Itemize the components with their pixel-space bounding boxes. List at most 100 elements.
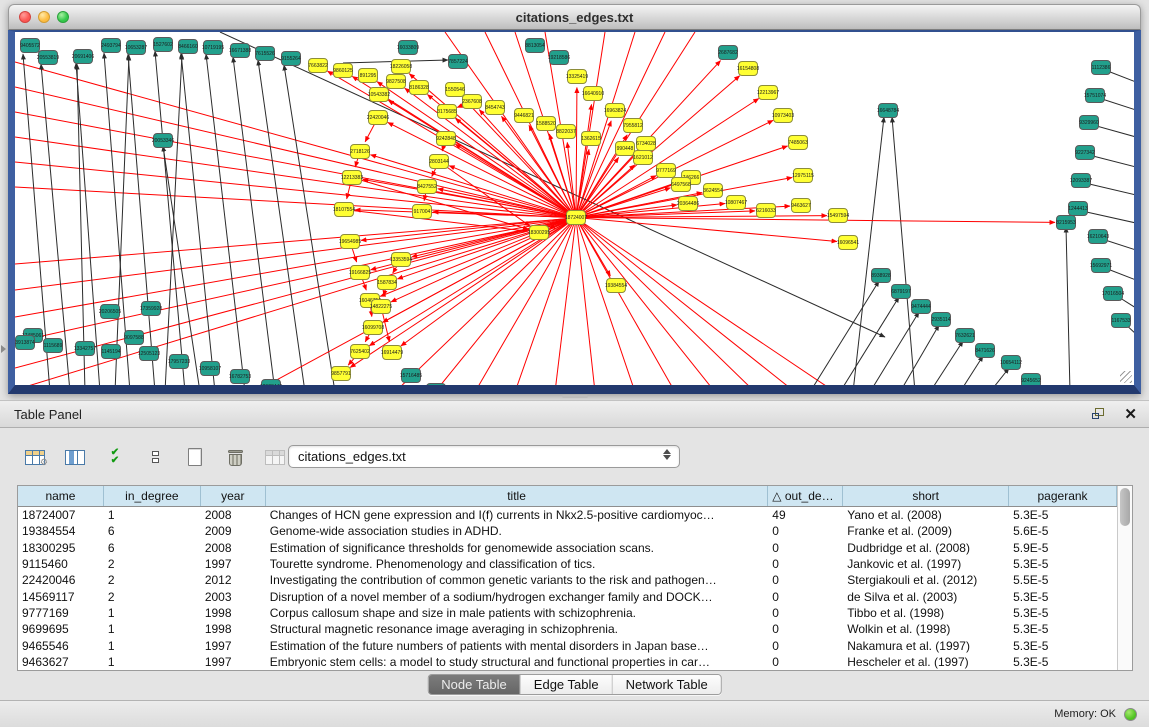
network-node[interactable]: 8813054 [525, 38, 545, 53]
network-node[interactable]: 8454743 [485, 100, 505, 115]
network-node[interactable]: 1115689 [43, 338, 63, 353]
network-node[interactable]: 9242848 [436, 131, 456, 146]
network-node[interactable]: 17359928 [141, 301, 161, 316]
network-node[interactable]: 7625402 [350, 344, 370, 359]
network-node[interactable]: 13325419 [567, 69, 587, 84]
network-node[interactable]: 20053346 [153, 133, 173, 148]
network-node[interactable]: 10958107 [200, 361, 220, 376]
network-node[interactable]: 16099708 [363, 320, 383, 335]
network-node[interactable]: 7663822 [308, 58, 328, 73]
column-header[interactable]: pagerank [1009, 486, 1117, 506]
network-node[interactable]: 9474444 [911, 299, 931, 314]
network-node[interactable]: 12093387 [1071, 173, 1091, 188]
column-header[interactable]: △ out_de… [768, 486, 843, 506]
table-row[interactable]: 1938455462009Genome-wide association stu… [18, 523, 1117, 539]
network-node[interactable]: 9329960 [1079, 115, 1099, 130]
network-node[interactable]: 10719195 [203, 40, 223, 55]
network-node[interactable]: 12975115 [793, 168, 813, 183]
network-node[interactable]: 9227342 [1075, 145, 1095, 160]
table-row[interactable]: 977716911998Corpus callosum shape and si… [18, 605, 1117, 621]
network-node[interactable]: 1244413 [1068, 201, 1088, 216]
network-node[interactable]: 2935114 [931, 312, 951, 327]
panel-splitter-handle[interactable] [562, 395, 588, 398]
network-node[interactable]: 16963824 [605, 103, 625, 118]
network-node[interactable]: 20691406 [73, 49, 93, 64]
network-node[interactable]: 6879197 [891, 284, 911, 299]
network-node[interactable]: 990448 [615, 141, 635, 156]
network-node[interactable]: 7857224 [448, 54, 468, 69]
scrollbar-thumb[interactable] [1120, 488, 1130, 526]
network-canvas[interactable]: 9405572205538192069140624937941065328715… [15, 32, 1134, 385]
float-panel-button[interactable] [1092, 408, 1106, 420]
network-node[interactable]: 2493794 [101, 38, 121, 53]
network-node[interactable]: 16096541 [838, 235, 858, 250]
network-node[interactable]: 16914479 [382, 345, 402, 360]
network-node[interactable]: 9245662 [426, 383, 446, 385]
delete-table-button[interactable] [262, 444, 288, 470]
column-visibility-button[interactable] [62, 444, 88, 470]
tab-node-table[interactable]: Node Table [428, 675, 521, 694]
resize-grip[interactable] [1120, 371, 1132, 383]
network-node[interactable]: 15692971 [1091, 258, 1111, 273]
network-node[interactable]: 15751074 [1085, 88, 1105, 103]
network-node[interactable]: 12505123 [139, 346, 159, 361]
network-node[interactable]: 8938928 [871, 268, 891, 283]
network-node[interactable]: 1112386 [1091, 60, 1111, 75]
network-node[interactable]: 9155264 [281, 51, 301, 66]
network-node[interactable]: 19654985 [340, 234, 360, 249]
network-node[interactable]: 2803144 [429, 154, 449, 169]
network-node[interactable]: 16671388 [230, 43, 250, 58]
table-mode-button[interactable]: ⚙ [22, 444, 48, 470]
network-node[interactable]: 3913874 [15, 335, 35, 350]
network-node[interactable]: 8466160 [178, 39, 198, 54]
network-node[interactable]: 1527602 [153, 37, 173, 52]
table-row[interactable]: 969969511998Structural magnetic resonanc… [18, 621, 1117, 637]
network-node[interactable]: 2367608 [462, 94, 482, 109]
network-node[interactable]: 19218586 [549, 50, 569, 65]
network-node[interactable]: 12213383 [342, 170, 362, 185]
network-node[interactable]: 1167533 [1111, 313, 1131, 328]
network-node[interactable]: 2687682 [718, 45, 738, 60]
network-node[interactable]: 10807467 [726, 195, 746, 210]
network-node[interactable]: 8186328 [409, 80, 429, 95]
network-node[interactable]: 8427552 [417, 179, 437, 194]
network-node[interactable]: 13353594 [391, 252, 411, 267]
table-row[interactable]: 2242004622012Investigating the contribut… [18, 572, 1117, 588]
network-node[interactable]: 6734028 [636, 136, 656, 151]
network-node[interactable]: 9857791 [331, 366, 351, 381]
network-node[interactable]: 1621012 [633, 150, 653, 165]
network-node[interactable]: 9097588 [124, 330, 144, 345]
network-node[interactable]: 19166825 [350, 265, 370, 280]
network-node[interactable]: 19384554 [606, 278, 626, 293]
table-row[interactable]: 1456911722003Disruption of a novel membe… [18, 588, 1117, 604]
network-node[interactable]: 10973403 [773, 108, 793, 123]
network-node[interactable]: 8822037 [556, 124, 576, 139]
network-node[interactable]: 18107554 [334, 202, 354, 217]
network-node[interactable]: 13342757 [75, 341, 95, 356]
network-node[interactable]: 14822275 [371, 299, 391, 314]
network-node[interactable]: 3624554 [703, 183, 723, 198]
network-node[interactable]: 917004 [412, 204, 432, 219]
collapse-panel-arrow-icon[interactable] [1, 345, 6, 353]
table-row[interactable]: 1830029562008Estimation of significance … [18, 540, 1117, 556]
network-node[interactable]: 9827508 [386, 74, 406, 89]
table-row[interactable]: 946362711997Embryonic stem cells: a mode… [18, 654, 1117, 670]
network-node[interactable]: 1587834 [377, 275, 397, 290]
table-scrollbar[interactable] [1117, 486, 1132, 670]
network-node[interactable]: 9446821 [514, 108, 534, 123]
select-rows-button[interactable]: ✔✔ [102, 444, 128, 470]
network-node[interactable]: 12923448 [261, 379, 281, 385]
network-node[interactable]: 1588520 [536, 116, 556, 131]
network-node[interactable]: 20364486 [678, 196, 698, 211]
network-node[interactable]: 16154808 [738, 61, 758, 76]
network-node[interactable]: 16648784 [878, 103, 898, 118]
tab-edge-table[interactable]: Edge Table [521, 675, 613, 694]
close-panel-button[interactable]: ✕ [1124, 407, 1137, 422]
network-node[interactable]: 10543382 [369, 87, 389, 102]
network-node[interactable]: 22420046 [368, 110, 388, 125]
table-select-dropdown[interactable]: citations_edges.txt [288, 445, 680, 468]
network-node[interactable]: 10653287 [126, 40, 146, 55]
network-node[interactable]: 891295 [358, 68, 378, 83]
network-node[interactable]: 6497568 [671, 177, 691, 192]
network-node[interactable]: 2718126 [350, 144, 370, 159]
